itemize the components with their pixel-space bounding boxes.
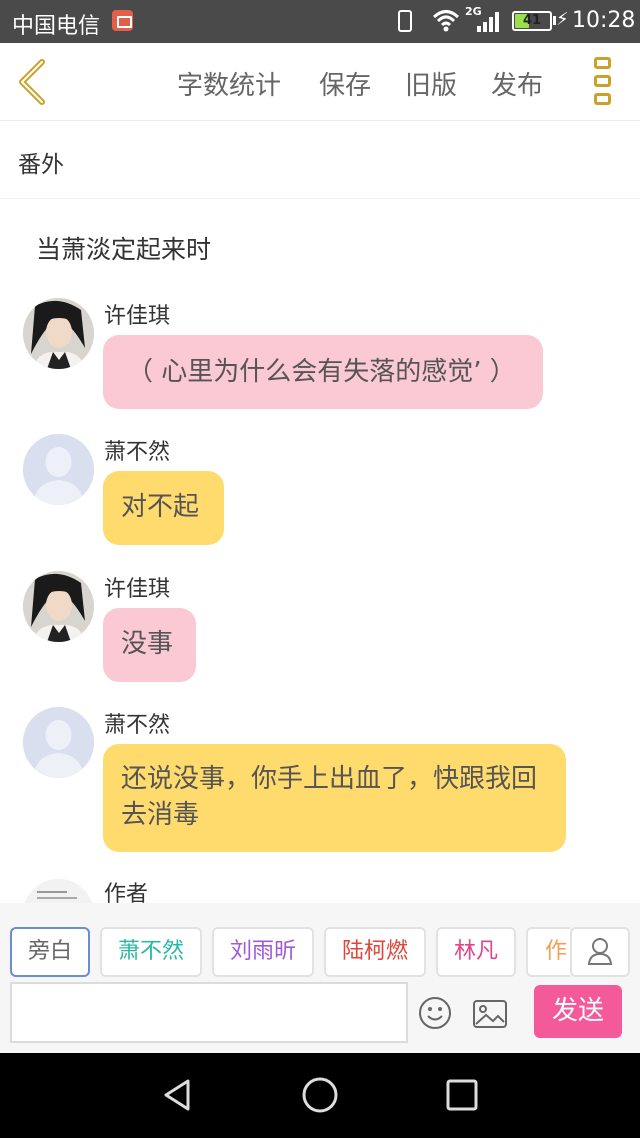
message-item: 作者 [0, 876, 640, 903]
chapter-title[interactable]: 番外 [18, 145, 64, 179]
menu-dot-icon [594, 57, 611, 69]
default-avatar-icon [23, 707, 94, 778]
signal-icon [477, 12, 499, 32]
author-avatar-icon [23, 879, 94, 903]
character-tab[interactable]: 萧不然 [100, 927, 202, 977]
charging-icon: ⚡ [556, 9, 569, 30]
avatar[interactable] [23, 434, 94, 505]
avatar[interactable] [23, 879, 94, 903]
emoji-button[interactable] [418, 996, 452, 1030]
image-icon [473, 1000, 507, 1028]
photo-avatar-icon [23, 571, 94, 642]
message-input[interactable] [10, 982, 408, 1043]
divider [0, 198, 640, 199]
app-header: 字数统计 保存 旧版 发布 [0, 43, 640, 121]
home-circle-icon[interactable] [300, 1075, 340, 1115]
mail-notification-icon [112, 10, 133, 31]
clock: 10:28 [572, 8, 636, 33]
status-bar: 中国电信 2G 41 ⚡ 10:28 [0, 0, 640, 43]
add-character-button[interactable] [570, 927, 630, 977]
navigation-bar [0, 1053, 640, 1138]
battery-icon: 41 [512, 11, 552, 31]
character-tab[interactable]: 林凡 [436, 927, 516, 977]
user-icon [587, 938, 613, 965]
avatar[interactable] [23, 571, 94, 642]
send-button[interactable]: 发送 [534, 985, 622, 1038]
recents-square-icon[interactable] [442, 1075, 482, 1115]
smiley-icon [419, 997, 451, 1029]
character-tab[interactable]: 陆柯燃 [324, 927, 426, 977]
message-bubble[interactable]: 还说没事，你手上出血了，快跟我回去消毒 [103, 744, 566, 852]
word-count-button[interactable]: 字数统计 [177, 65, 281, 102]
avatar[interactable] [23, 707, 94, 778]
composer-panel: 旁白 萧不然 刘雨昕 陆柯燃 林凡 作 发送 [0, 903, 640, 1053]
menu-dot-icon [594, 75, 611, 87]
speaker-name: 许佳琪 [104, 577, 171, 602]
vibrate-icon [398, 10, 412, 32]
back-triangle-icon[interactable] [158, 1075, 198, 1115]
speaker-name: 萧不然 [104, 440, 171, 465]
chevron-left-icon [19, 59, 45, 105]
default-avatar-icon [23, 434, 94, 505]
back-button[interactable] [14, 57, 54, 107]
message-bubble[interactable]: 没事 [103, 608, 196, 682]
image-button[interactable] [472, 998, 508, 1030]
save-button[interactable]: 保存 [319, 65, 371, 102]
photo-avatar-icon [23, 298, 94, 369]
wifi-icon [432, 10, 460, 32]
carrier-name: 中国电信 [12, 14, 101, 39]
message-bubble[interactable]: 对不起 [103, 471, 224, 545]
more-menu-button[interactable] [592, 57, 616, 107]
old-version-button[interactable]: 旧版 [405, 65, 457, 102]
battery-percent: 41 [522, 13, 542, 28]
menu-dot-icon [594, 93, 611, 105]
character-tab[interactable]: 刘雨昕 [212, 927, 314, 977]
character-tab[interactable]: 旁白 [10, 927, 90, 977]
character-tab[interactable]: 作 [526, 927, 570, 977]
publish-button[interactable]: 发布 [491, 65, 543, 102]
speaker-name: 许佳琪 [104, 304, 171, 329]
speaker-name: 作者 [104, 882, 149, 903]
speaker-name: 萧不然 [104, 713, 171, 738]
message-bubble[interactable]: （ 心里为什么会有失落的感觉’ ） [103, 335, 543, 409]
section-heading[interactable]: 当萧淡定起来时 [36, 230, 211, 266]
avatar[interactable] [23, 298, 94, 369]
